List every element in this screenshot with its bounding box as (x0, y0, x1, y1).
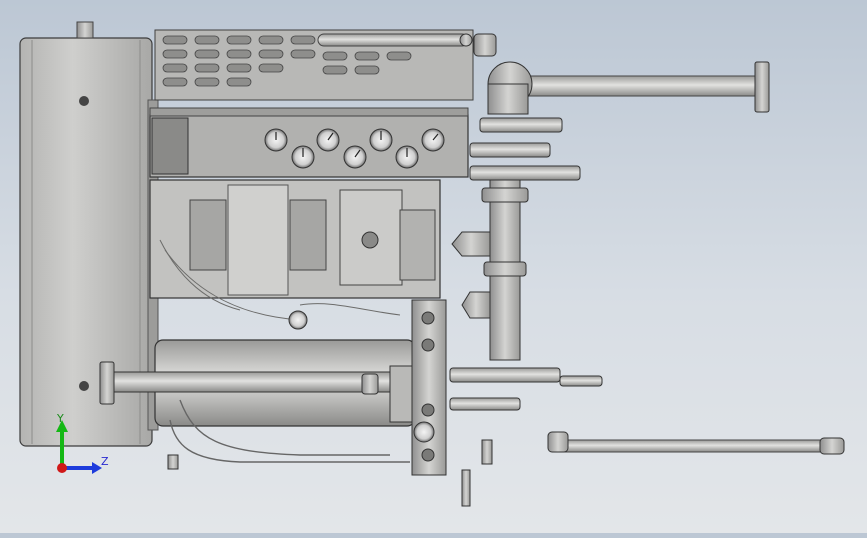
outlet-pipe-bottom (559, 439, 841, 453)
gauge-panel (149, 114, 469, 178)
cad-assembly-drawing (19, 21, 845, 507)
coordinate-triad: Y Z (52, 412, 112, 476)
y-axis-label: Y (57, 412, 64, 425)
model-viewport[interactable] (0, 0, 867, 533)
z-axis-label: Z (101, 455, 109, 468)
outlet-pipe-top (519, 75, 761, 97)
